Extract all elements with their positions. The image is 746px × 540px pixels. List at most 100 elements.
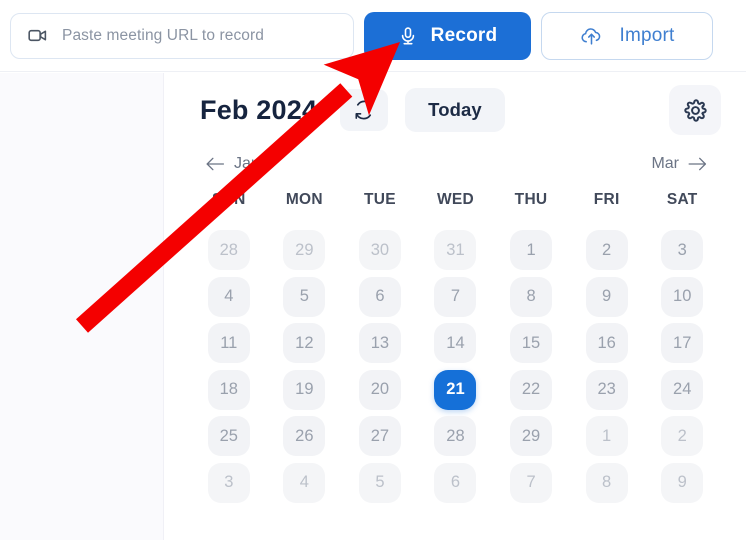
import-button-label: Import (619, 24, 675, 46)
day-cell[interactable]: 10 (661, 276, 704, 317)
calendar-cell: 23 (569, 367, 645, 414)
refresh-icon (353, 99, 375, 121)
month-title: Feb 2024 (200, 94, 318, 125)
day-cell[interactable]: 4 (283, 462, 326, 503)
meeting-url-placeholder: Paste meeting URL to record (62, 26, 264, 44)
day-cell[interactable]: 18 (207, 369, 250, 410)
day-cell[interactable]: 11 (207, 323, 250, 364)
top-toolbar: Paste meeting URL to record Record Impor… (0, 0, 746, 72)
calendar-cell: 28 (418, 413, 494, 460)
day-cell[interactable]: 20 (358, 369, 401, 410)
app-root: Paste meeting URL to record Record Impor… (0, 0, 746, 540)
calendar-cell: 12 (267, 320, 343, 367)
day-cell[interactable]: 1 (510, 230, 553, 271)
today-button[interactable]: Today (405, 88, 505, 132)
day-cell[interactable]: 25 (207, 416, 250, 457)
calendar-cell: 11 (191, 320, 267, 367)
day-cell[interactable]: 19 (283, 369, 326, 410)
calendar-cell: 29 (493, 413, 569, 460)
calendar-cell: 14 (418, 320, 494, 367)
day-cell[interactable]: 8 (585, 462, 628, 503)
calendar-week-row: 4 5 6 7 8 9 10 (191, 274, 720, 321)
day-cell-selected[interactable]: 21 (434, 369, 477, 410)
weekday-label-fri: FRI (593, 191, 620, 208)
import-button[interactable]: Import (541, 11, 713, 60)
day-cell[interactable]: 24 (661, 369, 704, 410)
calendar-cell: 13 (342, 320, 418, 367)
calendar-cell: 6 (418, 460, 494, 507)
day-cell[interactable]: 28 (207, 230, 250, 271)
day-cell[interactable]: 3 (207, 462, 250, 503)
day-cell[interactable]: 29 (510, 416, 553, 457)
day-cell[interactable]: 9 (585, 276, 628, 317)
day-cell[interactable]: 6 (358, 276, 401, 317)
settings-button[interactable] (669, 85, 721, 135)
calendar-cell: 8 (493, 274, 569, 321)
calendar-cell: 4 (191, 274, 267, 321)
calendar-cell: 9 (644, 460, 720, 507)
calendar-cell: 3 (191, 460, 267, 507)
calendar-panel: Feb 2024 Today Jan Mar SUN MON TUE WED T… (165, 73, 746, 540)
cloud-upload-icon (579, 25, 604, 47)
video-camera-icon (27, 25, 48, 46)
day-cell[interactable]: 22 (510, 369, 553, 410)
today-button-label: Today (428, 99, 482, 120)
day-cell[interactable]: 7 (434, 276, 477, 317)
weekday-header-row: SUN MON TUE WED THU FRI SAT (191, 181, 720, 219)
calendar-cell: 25 (191, 413, 267, 460)
day-cell[interactable]: 28 (434, 416, 477, 457)
weekday-label-mon: MON (285, 191, 323, 208)
calendar-week-row: 28 29 30 31 1 2 3 (191, 227, 720, 274)
day-cell[interactable]: 5 (283, 276, 326, 317)
day-cell[interactable]: 27 (358, 416, 401, 457)
left-side-panel (0, 73, 164, 540)
calendar-cell: 8 (569, 460, 645, 507)
arrow-right-icon (687, 156, 708, 172)
calendar-cell: 5 (342, 460, 418, 507)
day-cell[interactable]: 13 (358, 323, 401, 364)
day-cell[interactable]: 12 (283, 323, 326, 364)
calendar-cell: 22 (493, 367, 569, 414)
prev-month-button[interactable]: Jan (205, 155, 260, 173)
calendar-cell: 18 (191, 367, 267, 414)
day-cell[interactable]: 1 (585, 416, 628, 457)
record-button[interactable]: Record (364, 11, 531, 60)
day-cell[interactable]: 9 (661, 462, 704, 503)
day-cell[interactable]: 15 (510, 323, 553, 364)
day-cell[interactable]: 23 (585, 369, 628, 410)
day-cell[interactable]: 5 (358, 462, 401, 503)
refresh-button[interactable] (340, 89, 389, 131)
calendar-cell: 9 (569, 274, 645, 321)
day-cell[interactable]: 17 (661, 323, 704, 364)
calendar-cell: 3 (644, 227, 720, 274)
meeting-url-input[interactable]: Paste meeting URL to record (10, 12, 354, 59)
day-cell[interactable]: 8 (510, 276, 553, 317)
day-cell[interactable]: 7 (510, 462, 553, 503)
calendar-cell: 15 (493, 320, 569, 367)
arrow-left-icon (205, 156, 226, 172)
calendar-cell: 26 (267, 413, 343, 460)
day-cell[interactable]: 3 (661, 230, 704, 271)
day-cell[interactable]: 26 (283, 416, 326, 457)
calendar-cell: 7 (418, 274, 494, 321)
weekday-label-sun: SUN (211, 191, 246, 208)
calendar-cell: 10 (644, 274, 720, 321)
day-cell[interactable]: 29 (283, 230, 326, 271)
day-cell[interactable]: 4 (207, 276, 250, 317)
day-cell[interactable]: 6 (434, 462, 477, 503)
day-cell[interactable]: 2 (661, 416, 704, 457)
day-cell[interactable]: 2 (585, 230, 628, 271)
calendar-cell: 19 (267, 367, 343, 414)
day-cell[interactable]: 31 (434, 230, 477, 271)
calendar-cell: 4 (267, 460, 343, 507)
calendar-cell: 21 (418, 367, 494, 414)
record-button-label: Record (430, 24, 498, 46)
calendar-cell: 7 (493, 460, 569, 507)
day-cell[interactable]: 16 (585, 323, 628, 364)
next-month-button[interactable]: Mar (651, 155, 708, 173)
day-cell[interactable]: 14 (434, 323, 477, 364)
calendar-cell: 2 (644, 413, 720, 460)
calendar-cell: 2 (569, 227, 645, 274)
calendar-cell: 31 (418, 227, 494, 274)
day-cell[interactable]: 30 (358, 230, 401, 271)
